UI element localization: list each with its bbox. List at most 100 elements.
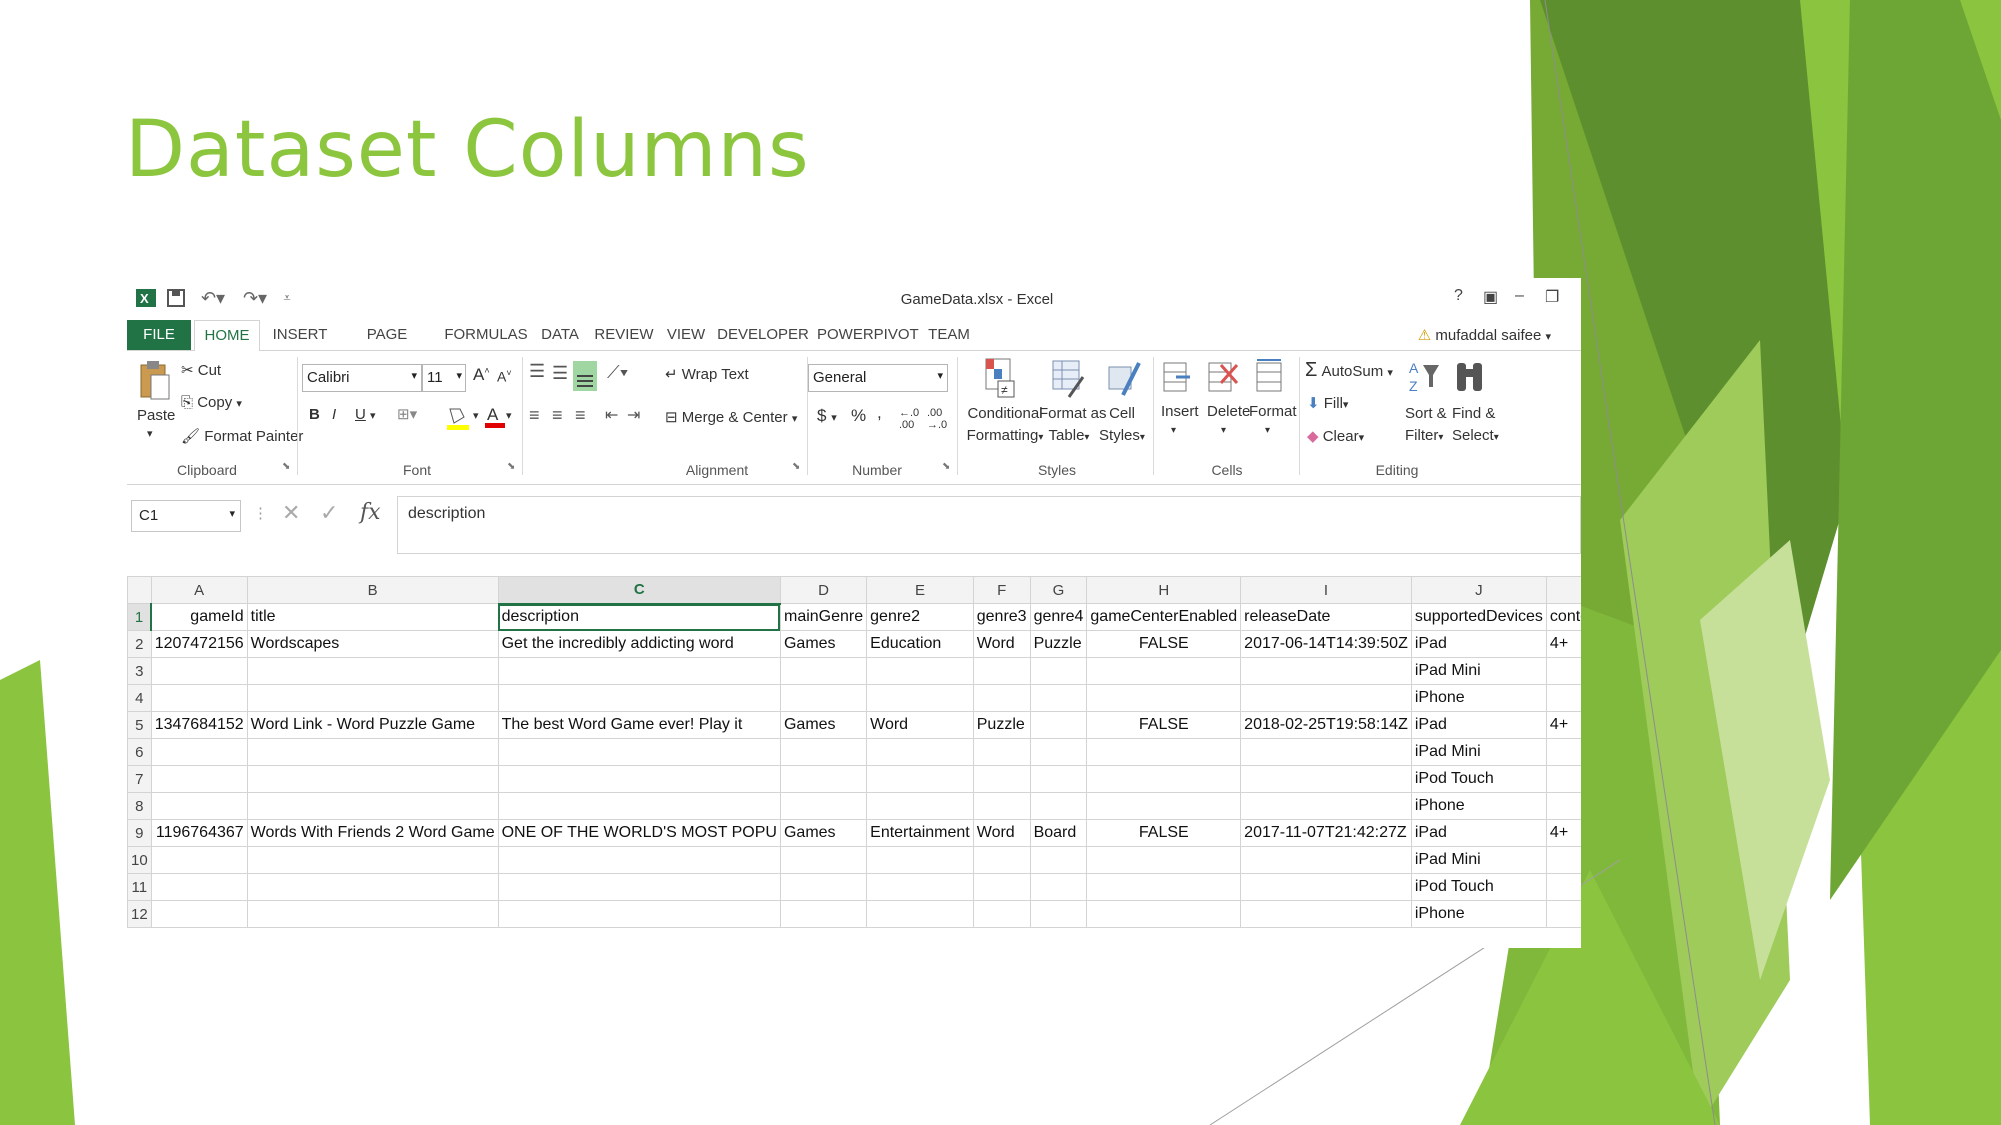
cell[interactable] <box>150 900 248 928</box>
column-header[interactable]: F <box>972 576 1031 604</box>
font-name-select[interactable]: Calibri ▾ <box>302 364 422 392</box>
column-header[interactable]: D <box>779 576 868 604</box>
row-header[interactable]: 2 <box>127 630 152 658</box>
delete-button[interactable]: Delete ▾ <box>1207 403 1250 437</box>
cell[interactable] <box>1545 738 1581 766</box>
cell[interactable] <box>972 792 1031 820</box>
cell[interactable] <box>1240 873 1412 901</box>
cell[interactable]: gameCenterEnabled <box>1086 603 1242 631</box>
cell[interactable] <box>150 765 248 793</box>
tab-page-layout[interactable]: PAGE LAYOUT <box>337 320 437 373</box>
cell[interactable] <box>779 684 868 712</box>
find-select-button[interactable]: Find & Select▾ <box>1452 403 1499 449</box>
cell[interactable] <box>1545 792 1581 820</box>
cell[interactable] <box>972 900 1031 928</box>
column-header[interactable]: A <box>150 576 248 604</box>
cell[interactable] <box>150 684 248 712</box>
copy-button[interactable]: ⎘ Copy ▾ <box>181 394 242 411</box>
cell[interactable] <box>866 684 974 712</box>
cell[interactable] <box>1029 657 1088 685</box>
percent-button[interactable]: % <box>851 406 866 426</box>
cell[interactable]: iPad <box>1410 819 1547 847</box>
cell[interactable] <box>1240 684 1412 712</box>
row-header[interactable]: 6 <box>127 738 152 766</box>
merge-center-button[interactable]: ⊟ Merge & Center ▾ <box>665 408 797 426</box>
cell[interactable] <box>1086 900 1242 928</box>
cell[interactable] <box>1029 792 1088 820</box>
cell[interactable]: Get the incredibly addicting word <box>497 630 781 658</box>
cell[interactable]: gameId <box>150 603 248 631</box>
row-header[interactable]: 9 <box>127 819 152 847</box>
cell[interactable] <box>246 738 499 766</box>
cell[interactable]: FALSE <box>1086 711 1242 739</box>
cell[interactable]: supportedDevices <box>1410 603 1547 631</box>
cell[interactable]: 1207472156 <box>150 630 248 658</box>
row-header[interactable]: 12 <box>127 900 152 928</box>
insert-function-icon[interactable]: fx <box>360 500 381 525</box>
column-header[interactable]: J <box>1410 576 1547 604</box>
minimize-icon[interactable]: – <box>1515 287 1524 305</box>
dialog-launcher-icon[interactable]: ⬊ <box>282 461 290 472</box>
cell[interactable]: FALSE <box>1086 819 1242 847</box>
cell[interactable] <box>972 657 1031 685</box>
row-header[interactable]: 10 <box>127 846 152 874</box>
comma-button[interactable]: , <box>877 403 882 423</box>
cell[interactable]: iPad Mini <box>1410 657 1547 685</box>
row-header[interactable]: 11 <box>127 873 152 901</box>
cell[interactable] <box>1240 738 1412 766</box>
row-header[interactable]: 7 <box>127 765 152 793</box>
cell[interactable] <box>150 738 248 766</box>
cell[interactable]: Board <box>1029 819 1088 847</box>
column-header[interactable]: H <box>1086 576 1242 604</box>
chevron-down-icon[interactable]: ▾ <box>506 409 512 422</box>
cell[interactable] <box>246 873 499 901</box>
cell[interactable] <box>1029 684 1088 712</box>
cell[interactable] <box>1029 900 1088 928</box>
cell[interactable]: Games <box>779 630 868 658</box>
format-as-table-icon[interactable] <box>1051 357 1085 403</box>
italic-button[interactable]: I <box>332 406 336 423</box>
cell[interactable] <box>972 684 1031 712</box>
fill-color-icon[interactable] <box>445 405 471 435</box>
column-header[interactable]: E <box>866 576 974 604</box>
cell[interactable] <box>246 846 499 874</box>
cell[interactable]: FALSE <box>1086 630 1242 658</box>
cell[interactable] <box>779 900 868 928</box>
cell[interactable] <box>1086 684 1242 712</box>
cell[interactable]: iPod Touch <box>1410 873 1547 901</box>
increase-font-icon[interactable]: A˄ <box>473 365 490 385</box>
cell[interactable]: mainGenre <box>779 603 868 631</box>
sort-filter-icon[interactable]: AZ <box>1407 357 1441 403</box>
borders-icon[interactable]: ⊞▾ <box>397 405 417 423</box>
cell[interactable] <box>150 792 248 820</box>
font-size-select[interactable]: 11 ▾ <box>422 364 466 392</box>
cell[interactable]: genre4 <box>1029 603 1088 631</box>
cell[interactable]: 4+ <box>1545 630 1581 658</box>
cell[interactable] <box>1545 684 1581 712</box>
number-format-select[interactable]: General ▾ <box>808 364 948 392</box>
paste-dropdown-icon[interactable]: ▾ <box>147 427 153 440</box>
orientation-icon[interactable]: ⟋▾ <box>607 362 628 383</box>
column-header[interactable]: G <box>1029 576 1088 604</box>
cell[interactable]: Games <box>779 819 868 847</box>
tab-file[interactable]: FILE <box>127 320 191 350</box>
paste-label[interactable]: Paste <box>137 407 175 424</box>
cell[interactable]: 4+ <box>1545 819 1581 847</box>
cell[interactable] <box>866 765 974 793</box>
conditional-formatting-button[interactable]: Conditional Formatting▾ <box>965 403 1045 449</box>
cell[interactable]: iPod Touch <box>1410 765 1547 793</box>
bold-button[interactable]: B <box>309 406 320 423</box>
name-box[interactable]: C1 ▾ <box>131 500 241 532</box>
cell[interactable] <box>150 657 248 685</box>
cell[interactable]: iPad <box>1410 711 1547 739</box>
align-center-icon[interactable]: ≡ <box>552 405 563 426</box>
insert-button[interactable]: Insert ▾ <box>1161 403 1199 437</box>
cell[interactable] <box>779 765 868 793</box>
cell[interactable] <box>972 738 1031 766</box>
cell[interactable] <box>866 846 974 874</box>
cell[interactable] <box>1086 846 1242 874</box>
sort-filter-button[interactable]: Sort & Filter▾ <box>1405 403 1447 449</box>
underline-button[interactable]: U <box>355 406 366 423</box>
format-as-table-button[interactable]: Format as Table▾ <box>1039 403 1107 449</box>
align-bottom-icon[interactable] <box>573 361 597 395</box>
